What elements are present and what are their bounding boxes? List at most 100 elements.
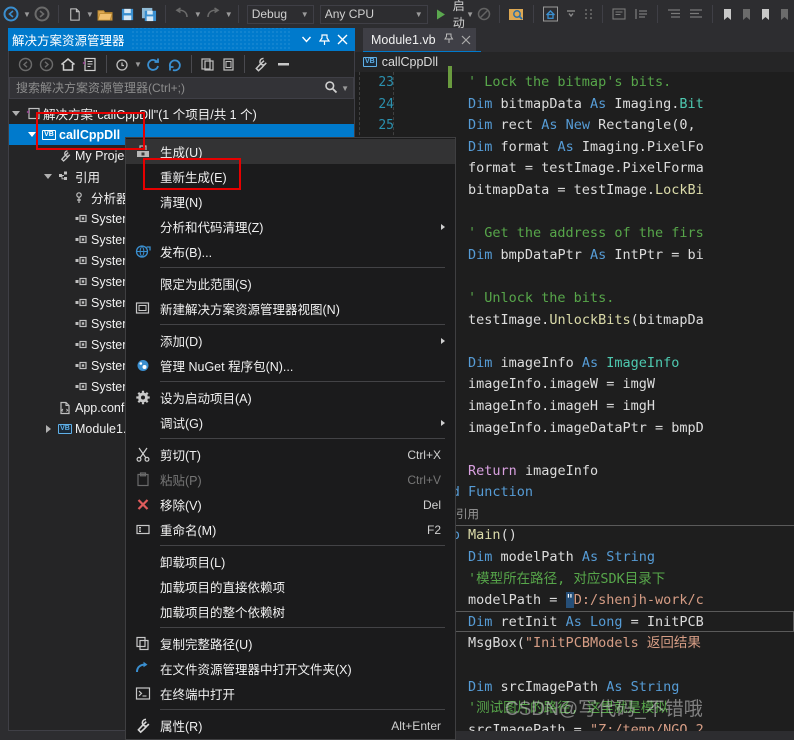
bookmark-icon[interactable]: [718, 3, 737, 25]
search-input[interactable]: [14, 80, 325, 96]
code-line[interactable]: [403, 655, 794, 677]
code-line[interactable]: imageInfo.imageDataPtr = bmpD: [403, 418, 794, 440]
code-line[interactable]: bitmapData = testImage.LockBi: [403, 180, 794, 202]
start-debug-label[interactable]: 启动: [453, 0, 465, 28]
navigate-forward-icon[interactable]: [31, 3, 53, 25]
menu-item[interactable]: 发布(B)...: [126, 239, 455, 264]
expander-open-icon[interactable]: [41, 174, 55, 179]
code-line[interactable]: Dim bmpDataPtr As IntPtr = bi: [403, 245, 794, 267]
solution-explorer-titlebar[interactable]: 解决方案资源管理器: [8, 28, 355, 51]
properties-icon[interactable]: [250, 53, 273, 75]
menu-item[interactable]: 清理(N): [126, 189, 455, 214]
forward-icon[interactable]: [36, 53, 57, 75]
chevron-down-icon[interactable]: ▼: [301, 10, 309, 19]
menu-item[interactable]: 设为启动项目(A): [126, 385, 455, 410]
pin-icon[interactable]: [443, 33, 454, 47]
refresh-icon[interactable]: [142, 53, 164, 75]
code-line[interactable]: imageInfo.imageW = imgW: [403, 374, 794, 396]
expander-closed-icon[interactable]: [41, 424, 55, 433]
pending-changes-icon[interactable]: [112, 53, 133, 75]
expander-open-icon[interactable]: [25, 132, 39, 137]
chevron-down-icon[interactable]: ▼: [194, 10, 202, 19]
chevron-down-icon[interactable]: [297, 30, 315, 50]
home-icon[interactable]: [539, 3, 562, 25]
code-line[interactable]: Dim bitmapData As Imaging.Bit: [403, 94, 794, 116]
save-all-icon[interactable]: [138, 3, 160, 25]
project-context-menu[interactable]: 生成(U) 重新生成(E) 清理(N) 分析和代码清理(Z) 发布(B)... 限定为此范…: [125, 137, 456, 740]
code-line[interactable]: '模型所在路径, 对应SDK目录下: [403, 569, 794, 591]
code-line[interactable]: ' Get the address of the firs: [403, 223, 794, 245]
code-line[interactable]: End Function: [403, 482, 794, 504]
menu-item[interactable]: 移除(V) Del: [126, 492, 455, 517]
chevron-down-icon[interactable]: ▼: [225, 10, 233, 19]
code-line[interactable]: imageInfo.imageH = imgH: [403, 396, 794, 418]
close-icon[interactable]: [461, 33, 471, 48]
chevron-down-icon[interactable]: ▼: [341, 84, 349, 93]
menu-item[interactable]: 在终端中打开: [126, 681, 455, 706]
tree-item[interactable]: 解决方案"callCppDll"(1 个项目/共 1 个): [9, 103, 354, 124]
code-line[interactable]: Dim modelPath As String: [403, 547, 794, 569]
solution-explorer-search[interactable]: ▼: [9, 77, 354, 99]
navigate-back-icon[interactable]: [0, 3, 22, 25]
indent-icon[interactable]: [663, 3, 685, 25]
menu-item[interactable]: 加载项目的直接依赖项: [126, 574, 455, 599]
outdent-icon[interactable]: [685, 3, 707, 25]
menu-item[interactable]: 重新生成(E): [126, 164, 455, 189]
navbar-type-label[interactable]: callCppDll: [382, 55, 438, 69]
preview-selected-items-icon[interactable]: [273, 53, 295, 75]
code-line[interactable]: format = testImage.PixelForma: [403, 158, 794, 180]
solution-platform-combo[interactable]: Any CPU ▼: [319, 4, 428, 24]
open-file-icon[interactable]: [94, 3, 117, 25]
code-line[interactable]: [403, 331, 794, 353]
menu-item[interactable]: 分析和代码清理(Z): [126, 214, 455, 239]
home-icon[interactable]: [57, 53, 79, 75]
code-line[interactable]: srcImagePath = "Z:/temp/NGO_2: [403, 720, 794, 731]
chevron-down-icon[interactable]: ▼: [134, 60, 142, 69]
back-icon[interactable]: [15, 53, 36, 75]
view-code-icon[interactable]: [218, 53, 239, 75]
start-debug-icon[interactable]: [431, 3, 450, 25]
search-icon[interactable]: [324, 80, 338, 97]
sync-with-active-document-icon[interactable]: [79, 53, 101, 75]
comment-icon[interactable]: [608, 3, 630, 25]
code-line[interactable]: ' Unlock the bits.: [403, 288, 794, 310]
code-line[interactable]: ' Lock the bitmap's bits.: [403, 72, 794, 94]
code-line[interactable]: 0 个引用: [403, 504, 794, 526]
save-icon[interactable]: [117, 3, 138, 25]
menu-item[interactable]: 属性(R) Alt+Enter: [126, 713, 455, 738]
solution-configuration-combo[interactable]: Debug ▼: [246, 4, 314, 24]
code-lines[interactable]: ' Lock the bitmap's bits. Dim bitmapData…: [403, 72, 794, 731]
editor-navigation-bar[interactable]: VB callCppDll: [355, 52, 794, 72]
expander-open-icon[interactable]: [9, 111, 23, 116]
code-line[interactable]: Return imageInfo: [403, 461, 794, 483]
redo-icon[interactable]: [202, 3, 224, 25]
toggle-panel-icon[interactable]: [562, 3, 580, 25]
show-all-files-icon[interactable]: [197, 53, 218, 75]
stop-icon[interactable]: [474, 3, 494, 25]
uncomment-icon[interactable]: [630, 3, 652, 25]
new-file-icon[interactable]: [64, 3, 85, 25]
menu-item[interactable]: 限定为此范围(S): [126, 271, 455, 296]
bookmark-clear-icon[interactable]: [775, 3, 794, 25]
menu-item[interactable]: 新建解决方案资源管理器视图(N): [126, 296, 455, 321]
code-line[interactable]: [403, 439, 794, 461]
code-line[interactable]: testImage.UnlockBits(bitmapDa: [403, 310, 794, 332]
bookmark-next-icon[interactable]: [756, 3, 775, 25]
code-line[interactable]: modelPath = "D:/shenjh-work/c: [403, 590, 794, 612]
code-line[interactable]: [403, 266, 794, 288]
menu-item[interactable]: 调试(G): [126, 410, 455, 435]
code-line[interactable]: MsgBox("InitPCBModels 返回结果: [403, 633, 794, 655]
code-line[interactable]: Dim imageInfo As ImageInfo: [403, 353, 794, 375]
chevron-down-icon[interactable]: ▼: [415, 10, 423, 19]
code-line[interactable]: Dim format As Imaging.PixelFo: [403, 137, 794, 159]
undo-icon[interactable]: [171, 3, 193, 25]
grid-dots-icon[interactable]: [580, 3, 597, 25]
chevron-down-icon[interactable]: ▼: [466, 10, 474, 19]
find-icon[interactable]: [505, 3, 528, 25]
code-line[interactable]: [403, 202, 794, 224]
menu-item[interactable]: 卸载项目(L): [126, 549, 455, 574]
collapse-all-icon[interactable]: [164, 53, 186, 75]
chevron-down-icon[interactable]: ▼: [23, 10, 31, 19]
code-line[interactable]: Sub Main(): [403, 525, 794, 547]
menu-item[interactable]: 在文件资源管理器中打开文件夹(X): [126, 656, 455, 681]
